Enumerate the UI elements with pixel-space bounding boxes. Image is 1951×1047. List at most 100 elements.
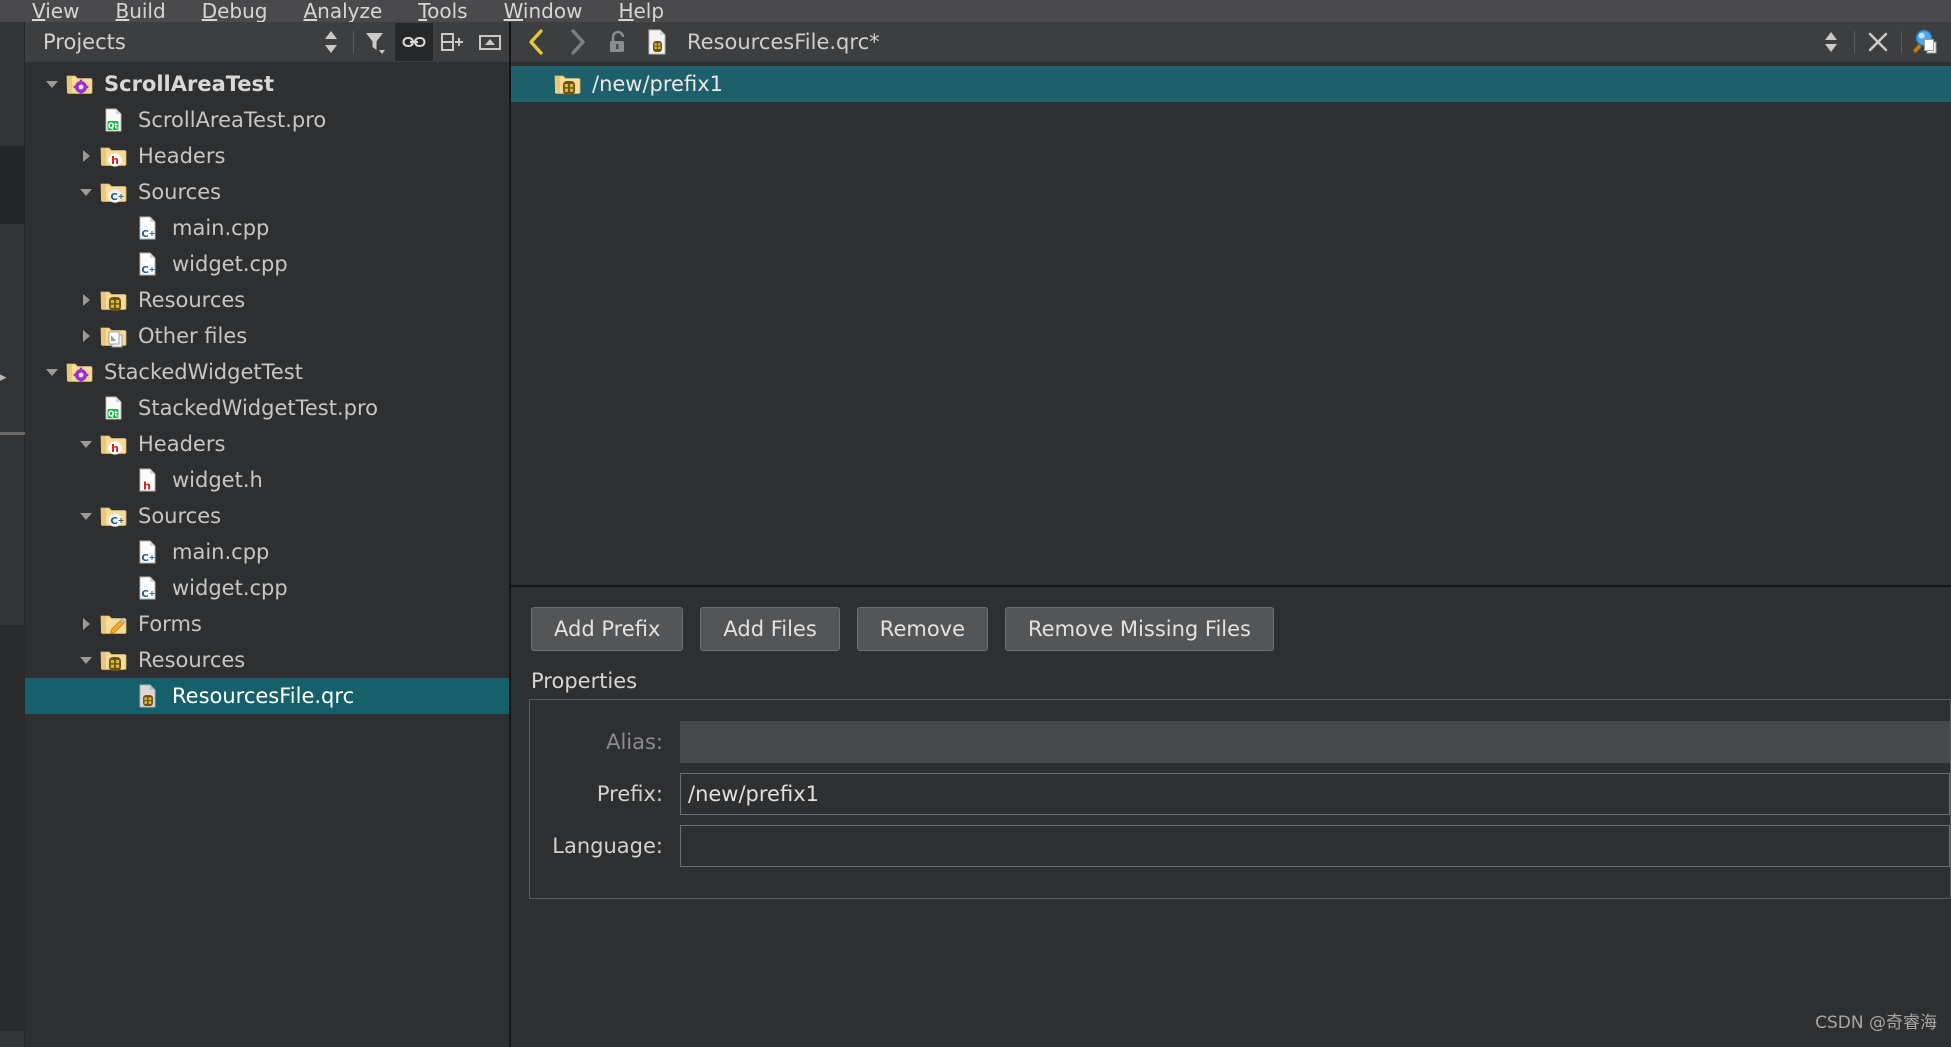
project-folder-icon [65, 71, 95, 97]
tree-item-other-files[interactable]: Other files [25, 318, 509, 354]
collapse-panel-button[interactable] [471, 23, 509, 61]
svg-text:+: + [118, 192, 125, 201]
editor-area: ResourcesFile.qrc* /new/prefix1 Add Pref… [509, 22, 1951, 1047]
filter-button[interactable] [357, 23, 395, 61]
left-mode-bar[interactable]: ▸ [0, 22, 25, 1047]
tree-twisty-closed-icon[interactable] [73, 328, 99, 344]
remove-missing-files-button[interactable]: Remove Missing Files [1005, 607, 1274, 651]
language-field[interactable] [680, 825, 1950, 867]
svg-text:h: h [111, 442, 119, 455]
tree-twisty-open-icon[interactable] [73, 508, 99, 524]
back-chevron-icon[interactable] [517, 23, 557, 61]
svg-text:C: C [141, 229, 148, 240]
language-field-label: Language: [552, 834, 663, 858]
tree-item-resourcesfile-qrc[interactable]: ResourcesFile.qrc [25, 678, 509, 714]
editor-toolbar-separator [1854, 31, 1855, 53]
add-files-button[interactable]: Add Files [700, 607, 840, 651]
tree-item-scrollareatest[interactable]: ScrollAreaTest [25, 66, 509, 102]
tree-item-label: main.cpp [172, 540, 270, 564]
svg-text:h: h [111, 154, 119, 167]
menu-item-help[interactable]: Help [600, 0, 682, 22]
headers-folder-icon: h [99, 143, 129, 169]
svg-text:Qt: Qt [108, 121, 118, 130]
tree-twisty-open-icon[interactable] [39, 364, 65, 380]
prefix-field-label: Prefix: [596, 782, 663, 806]
properties-form: Alias: Prefix: /new/prefix1 Language: [529, 699, 1951, 899]
tree-item-label: widget.cpp [172, 576, 288, 600]
tree-item-label: Other files [138, 324, 248, 348]
menu-item-tools[interactable]: Tools [400, 0, 485, 22]
forms-folder-icon [99, 611, 129, 637]
project-folder-icon [65, 359, 95, 385]
sort-order-button[interactable] [312, 23, 350, 61]
menu-bar[interactable]: View Build Debug Analyze Tools Window Help [0, 0, 1951, 22]
close-x-icon[interactable] [1858, 23, 1898, 61]
h-file-icon: h [133, 467, 163, 493]
tree-item-resources[interactable]: Resources [25, 282, 509, 318]
split-view-button[interactable] [433, 23, 471, 61]
unlocked-padlock-icon[interactable] [597, 23, 637, 61]
projects-dock-header: Projects [25, 22, 509, 62]
projects-title: Projects [43, 30, 126, 54]
qrc-tree[interactable]: /new/prefix1 [511, 62, 1951, 587]
tree-item-stackedwidgettest[interactable]: StackedWidgetTest [25, 354, 509, 390]
add-prefix-button[interactable]: Add Prefix [531, 607, 684, 651]
magnifier-documents-icon[interactable] [1905, 23, 1945, 61]
tree-item-sources[interactable]: C + Sources [25, 498, 509, 534]
tree-twisty-closed-icon[interactable] [73, 148, 99, 164]
qrc-tree-item[interactable]: /new/prefix1 [511, 66, 1951, 102]
qrc-file-icon [133, 683, 163, 709]
tree-item-stackedwidgettest-pro[interactable]: Qt StackedWidgetTest.pro [25, 390, 509, 426]
qt-pro-file-icon: Qt [99, 107, 129, 133]
editor-toolbar: ResourcesFile.qrc* [511, 22, 1951, 62]
expand-arrow-icon[interactable]: ▸ [0, 371, 10, 384]
svg-text:+: + [149, 229, 156, 238]
tree-item-widget-h[interactable]: h widget.h [25, 462, 509, 498]
menu-item-build[interactable]: Build [97, 0, 183, 22]
tree-item-label: widget.h [172, 468, 263, 492]
tree-twisty-open-icon[interactable] [73, 652, 99, 668]
tree-item-resources[interactable]: Resources [25, 642, 509, 678]
remove-button[interactable]: Remove [856, 607, 989, 651]
project-tree[interactable]: ScrollAreaTest Qt ScrollAreaTest.pro h Heade… [25, 62, 509, 1047]
forward-chevron-icon[interactable] [557, 23, 597, 61]
menu-item-debug[interactable]: Debug [184, 0, 286, 22]
mode-bar-highlight [0, 146, 25, 224]
cpp-file-icon: C + [133, 539, 163, 565]
tree-twisty-closed-icon[interactable] [73, 616, 99, 632]
tree-item-scrollareatest-pro[interactable]: Qt ScrollAreaTest.pro [25, 102, 509, 138]
tree-item-label: main.cpp [172, 216, 270, 240]
tree-twisty-open-icon[interactable] [73, 184, 99, 200]
tree-twisty-open-icon[interactable] [39, 76, 65, 92]
property-row: Prefix: /new/prefix1 [530, 768, 1950, 820]
mode-bar-lower-panel [0, 625, 25, 1031]
svg-text:+: + [118, 516, 125, 525]
svg-text:+: + [149, 589, 156, 598]
svg-text:C: C [110, 192, 117, 203]
tree-item-widget-cpp[interactable]: C + widget.cpp [25, 570, 509, 606]
tree-item-widget-cpp[interactable]: C + widget.cpp [25, 246, 509, 282]
tree-item-label: Sources [138, 180, 222, 204]
prefix-field[interactable]: /new/prefix1 [680, 773, 1950, 815]
svg-text:h: h [143, 480, 151, 493]
menu-item-analyze[interactable]: Analyze [285, 0, 400, 22]
tree-item-headers[interactable]: h Headers [25, 426, 509, 462]
svg-text:C: C [110, 516, 117, 527]
svg-text:+: + [149, 265, 156, 274]
tree-item-main-cpp[interactable]: C + main.cpp [25, 534, 509, 570]
tree-item-label: Headers [138, 432, 226, 456]
synchronize-with-editor-button[interactable] [395, 23, 433, 61]
tree-item-sources[interactable]: C + Sources [25, 174, 509, 210]
tree-twisty-open-icon[interactable] [73, 436, 99, 452]
menu-item-window[interactable]: Window [486, 0, 601, 22]
tree-item-main-cpp[interactable]: C + main.cpp [25, 210, 509, 246]
tree-twisty-closed-icon[interactable] [73, 292, 99, 308]
toolbar-separator [353, 31, 354, 53]
watermark: CSDN @奇睿海 [1815, 1013, 1937, 1033]
menu-item-view[interactable]: View [14, 0, 97, 22]
tree-item-headers[interactable]: h Headers [25, 138, 509, 174]
editor-dropdown-icon[interactable] [1811, 23, 1851, 61]
tree-item-forms[interactable]: Forms [25, 606, 509, 642]
qrc-button-bar: Add Prefix Add Files Remove Remove Missing … [511, 587, 1951, 651]
headers-folder-icon: h [99, 431, 129, 457]
